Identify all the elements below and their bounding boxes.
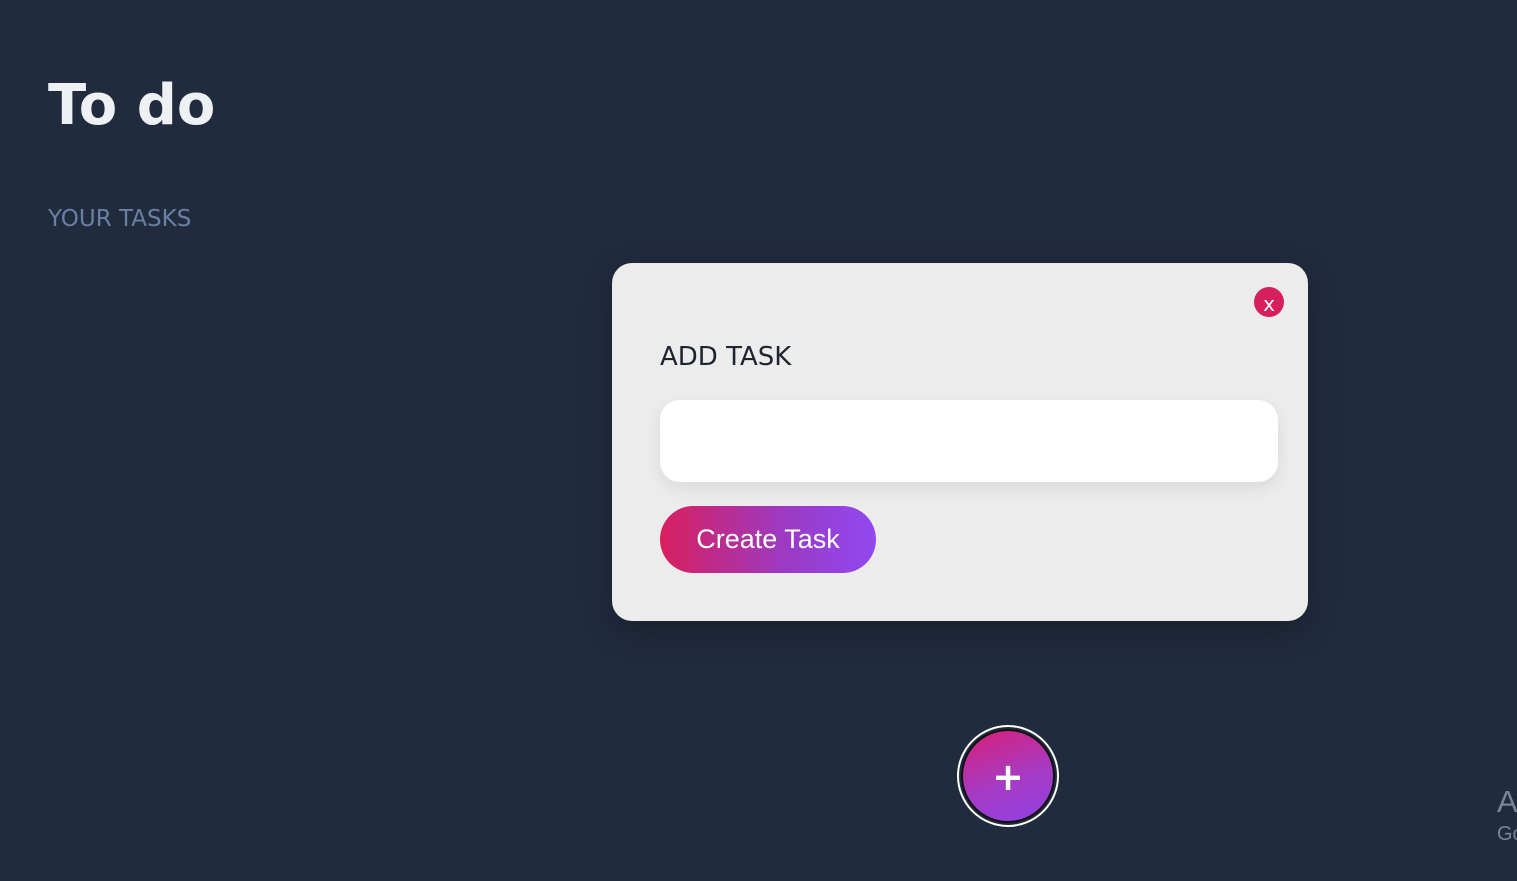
create-task-button[interactable]: Create Task xyxy=(660,506,876,573)
corner-overlay-line2: Go xyxy=(1497,823,1517,845)
add-task-modal: x ADD TASK Create Task xyxy=(612,263,1308,621)
corner-overlay-line1: A xyxy=(1497,784,1517,819)
corner-overlay-text: A Go xyxy=(1497,784,1517,848)
add-task-fab[interactable]: + xyxy=(957,725,1059,827)
todo-page: To do YOUR TASKS x ADD TASK Create Task … xyxy=(0,0,1517,881)
your-tasks-label: YOUR TASKS xyxy=(48,206,192,232)
task-input[interactable] xyxy=(660,400,1278,482)
plus-icon: + xyxy=(961,729,1055,823)
close-modal-button[interactable]: x xyxy=(1254,287,1284,317)
add-task-heading: ADD TASK xyxy=(660,342,792,372)
page-title: To do xyxy=(48,73,216,138)
